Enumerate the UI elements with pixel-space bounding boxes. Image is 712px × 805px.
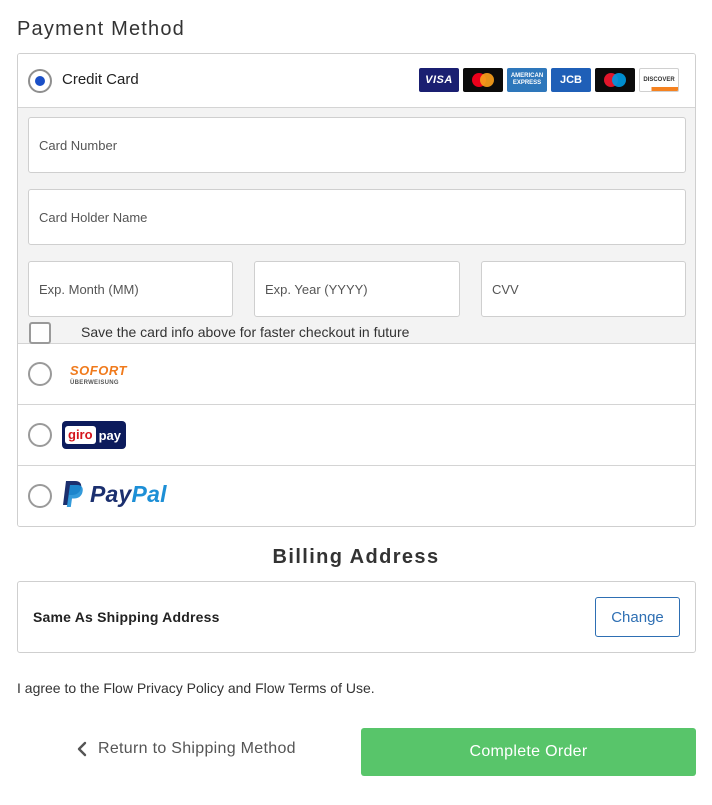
payment-method-title: Payment Method [17, 18, 185, 40]
billing-address-title: Billing Address [272, 546, 440, 568]
credit-card-form: Save the card info above for faster chec… [18, 108, 695, 344]
discover-text: DISCOVER [643, 77, 675, 83]
credit-card-radio[interactable] [28, 69, 52, 93]
jcb-text: JCB [559, 74, 582, 86]
paypal-text-pal: Pal [131, 480, 167, 507]
payment-option-credit-card[interactable]: Credit Card VISA AMERICAN EXPRESS JCB DI… [18, 54, 695, 108]
sofort-radio[interactable] [28, 362, 52, 386]
amex-text: AMERICAN EXPRESS [510, 73, 544, 86]
giropay-logo-text-1: giro [65, 426, 96, 444]
paypal-text-pay: Pay [90, 480, 132, 507]
visa-icon: VISA [419, 68, 459, 92]
return-to-shipping-link[interactable]: Return to Shipping Method [76, 740, 296, 758]
giropay-logo-text-2: pay [98, 427, 121, 443]
same-as-shipping-label: Same As Shipping Address [33, 609, 220, 625]
card-number-input[interactable] [28, 117, 686, 173]
billing-address-box: Same As Shipping Address Change [17, 581, 696, 653]
chevron-left-icon [77, 741, 87, 757]
mastercard-icon [463, 68, 503, 92]
sofort-logo-subtext: ÜBERWEISUNG [70, 380, 119, 386]
save-card-checkbox[interactable] [29, 322, 51, 344]
credit-card-label: Credit Card [62, 71, 139, 88]
payment-option-sofort[interactable]: SOFORT ÜBERWEISUNG [18, 344, 695, 405]
giropay-radio[interactable] [28, 423, 52, 447]
jcb-icon: JCB [551, 68, 591, 92]
sofort-logo-text: SOFORT [70, 363, 127, 378]
payment-option-giropay[interactable]: giro pay [18, 405, 695, 466]
save-card-label: Save the card info above for faster chec… [81, 324, 410, 340]
paypal-p-icon [63, 481, 83, 507]
visa-text: VISA [425, 74, 453, 86]
exp-year-input[interactable] [254, 261, 460, 317]
paypal-logo-icon: PayPal [62, 480, 167, 508]
terms-agreement-text: I agree to the Flow Privacy Policy and F… [17, 680, 375, 696]
return-to-shipping-label: Return to Shipping Method [98, 740, 296, 757]
cvv-input[interactable] [481, 261, 686, 317]
paypal-wordmark: PayPal [90, 481, 167, 508]
maestro-icon [595, 68, 635, 92]
exp-month-input[interactable] [28, 261, 233, 317]
sofort-logo-icon: SOFORT ÜBERWEISUNG [70, 363, 127, 386]
payment-option-paypal[interactable]: PayPal [18, 466, 695, 526]
payment-method-box: Credit Card VISA AMERICAN EXPRESS JCB DI… [17, 53, 696, 527]
change-billing-button[interactable]: Change [595, 597, 680, 637]
card-holder-name-input[interactable] [28, 189, 686, 245]
american-express-icon: AMERICAN EXPRESS [507, 68, 547, 92]
discover-icon: DISCOVER [639, 68, 679, 92]
giropay-logo-icon: giro pay [62, 421, 126, 449]
complete-order-button[interactable]: Complete Order [361, 728, 696, 776]
paypal-radio[interactable] [28, 484, 52, 508]
card-brands: VISA AMERICAN EXPRESS JCB DISCOVER [419, 68, 679, 92]
